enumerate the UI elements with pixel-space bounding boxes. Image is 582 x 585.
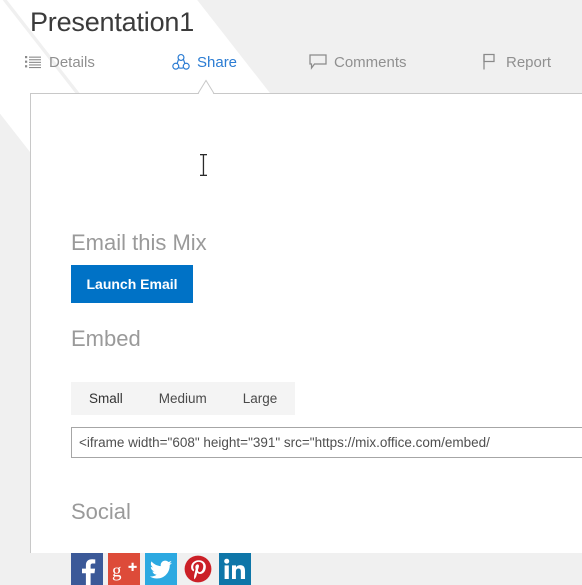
- tab-share[interactable]: Share: [172, 48, 237, 76]
- tab-report[interactable]: Report: [481, 48, 551, 76]
- facebook-icon[interactable]: [71, 553, 103, 585]
- embed-size-small[interactable]: Small: [71, 382, 141, 415]
- embed-code-input[interactable]: [71, 427, 582, 458]
- twitter-icon[interactable]: [145, 553, 177, 585]
- tab-report-label: Report: [506, 53, 552, 71]
- tab-details-label: Details: [49, 53, 95, 71]
- googleplus-icon[interactable]: g: [108, 553, 140, 585]
- share-panel: Email this Mix Launch Email Embed Small …: [30, 93, 582, 585]
- page-title: Presentation1: [30, 7, 195, 37]
- tab-comments-label: Comments: [334, 53, 407, 71]
- panel-caret-icon: [174, 78, 238, 94]
- embed-size-large[interactable]: Large: [225, 382, 296, 415]
- tab-comments[interactable]: Comments: [309, 48, 407, 76]
- comment-bubble-icon: [309, 53, 327, 71]
- embed-size-medium[interactable]: Medium: [141, 382, 225, 415]
- tab-details[interactable]: Details: [24, 48, 95, 76]
- tab-share-label: Share: [197, 53, 238, 71]
- embed-size-selector: Small Medium Large: [71, 382, 296, 415]
- social-section-heading: Social: [71, 499, 131, 524]
- flag-icon: [481, 53, 499, 71]
- social-icon-row: g: [71, 553, 251, 585]
- launch-email-button[interactable]: Launch Email: [71, 265, 193, 303]
- svg-text:g: g: [112, 561, 122, 582]
- list-icon: [24, 53, 42, 71]
- linkedin-icon[interactable]: [219, 553, 251, 585]
- tab-bar: Details Share Comments Report: [24, 48, 582, 78]
- share-nodes-icon: [172, 53, 190, 71]
- embed-section-heading: Embed: [71, 326, 141, 351]
- email-section-heading: Email this Mix: [71, 230, 207, 255]
- pinterest-icon[interactable]: [182, 553, 214, 585]
